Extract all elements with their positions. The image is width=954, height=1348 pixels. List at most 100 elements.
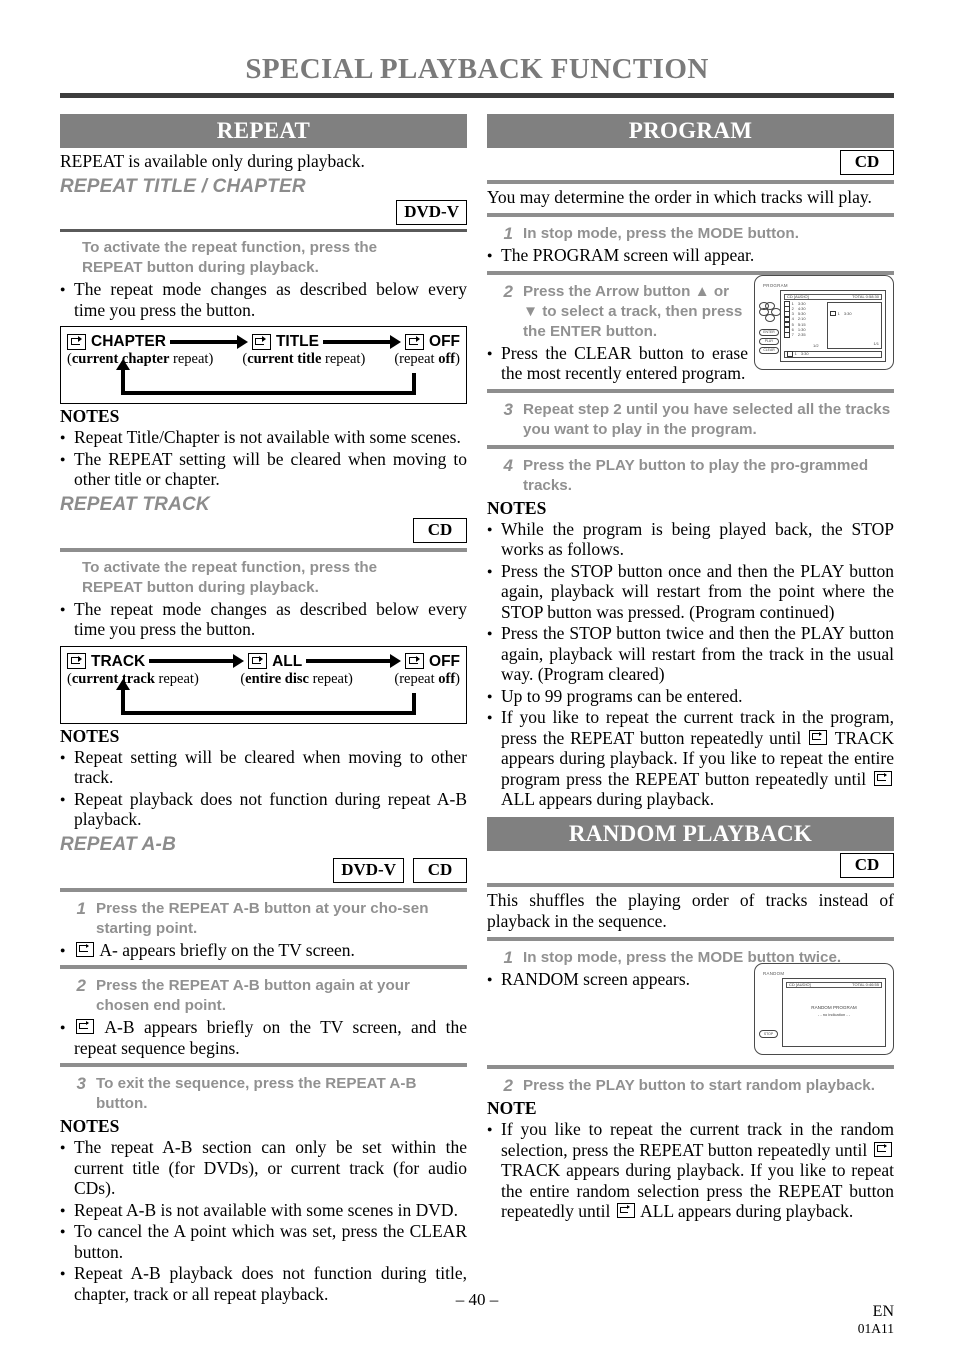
cycle-label: TITLE — [275, 333, 319, 350]
badge-row-program: CD — [487, 150, 894, 175]
step-text: Repeat step 2 until you have selected al… — [523, 400, 891, 438]
page-indicator-right: 1/1 — [873, 340, 879, 346]
repeat-loop-icon — [76, 1019, 94, 1034]
checkbox-icon — [784, 332, 790, 338]
cycle-sub-off: (repeat off) — [394, 351, 460, 367]
list-item: Up to 99 programs can be entered. — [487, 686, 894, 707]
section-header-random-playback: RANDOM PLAYBACK — [487, 816, 894, 851]
section-header-program: PROGRAM — [487, 114, 894, 148]
section-header-repeat: REPEAT — [60, 114, 467, 148]
play-button[interactable]: PLAY — [759, 337, 779, 346]
current-selection-bar: 1 3:30 — [784, 350, 882, 358]
list-item: The PROGRAM screen will appear. — [487, 245, 894, 266]
list-item[interactable]: 7 2:35 — [784, 332, 822, 338]
step-ab-1: 1 Press the REPEAT A-B button at your ch… — [60, 899, 467, 939]
list-item: If you like to repeat the current track … — [487, 707, 894, 810]
cycle-sub-all: (entire disc repeat) — [240, 670, 353, 687]
step-number: 3 — [503, 399, 513, 419]
divider — [487, 180, 894, 184]
step-number: 3 — [76, 1074, 86, 1093]
bullets-program-1: The PROGRAM screen will appear. — [487, 245, 894, 266]
arrow-left-button[interactable] — [759, 307, 769, 316]
divider — [60, 1063, 467, 1067]
list-item: Press the STOP button twice and then the… — [487, 623, 894, 685]
screen-content: CD [AUDIO] TOTAL 0:58:30 1 3:30 2 4:30 3… — [780, 289, 886, 362]
notes-heading: NOTES — [60, 725, 120, 746]
notes-random: If you like to repeat the current track … — [487, 1119, 894, 1222]
repeat-loop-icon — [76, 941, 94, 957]
divider — [60, 229, 467, 232]
instruction-repeat-title-chapter: To activate the repeat function, press t… — [82, 238, 467, 278]
divider — [60, 887, 467, 892]
instruction-line-1: To activate the repeat function, press t… — [82, 239, 378, 256]
screen-header: CD [AUDIO] TOTAL 0:58:30 — [784, 293, 882, 300]
bullets-ab-1: A- appears briefly on the TV screen. — [60, 940, 467, 961]
list-item: The repeat A-B section can only be set w… — [60, 1137, 467, 1199]
random-program-message: RANDOM PROGRAM - - no indication - - — [783, 1004, 885, 1018]
step-number: 1 — [503, 224, 513, 243]
step-program-2-row: 2 Press the Arrow button ▲ or ▼ to selec… — [487, 274, 894, 384]
enter-button[interactable]: ENTER — [759, 328, 779, 337]
step-text: Press the REPEAT A-B button again at you… — [96, 977, 410, 1014]
random-program-title: RANDOM PROGRAM — [811, 1005, 857, 1011]
random-program-subtitle: - - no indication - - — [817, 1012, 851, 1018]
bullets-program-2: Press the CLEAR button to erase the most… — [487, 343, 748, 384]
repeat-cycle-diagram-chapter: CHAPTER TITLE OFF (current chapter repea… — [60, 326, 467, 404]
list-item: A-B appears briefly on the TV screen, an… — [60, 1017, 467, 1058]
badge-row-ab: DVD-V CD — [60, 857, 467, 883]
list-item: While the program is being played back, … — [487, 519, 894, 560]
cycle-label: TRACK — [91, 652, 146, 670]
cycle-sub-title: (current title repeat) — [242, 351, 366, 367]
repeat-loop-icon — [405, 333, 425, 350]
subhead-repeat-track: REPEAT TRACK — [60, 493, 210, 515]
cycle-item-off: OFF — [405, 653, 460, 670]
step-program-3: 3 Repeat step 2 until you have selected … — [487, 400, 894, 440]
clear-button[interactable]: CLEAR — [759, 346, 779, 355]
document-page: SPECIAL PLAYBACK FUNCTION REPEAT REPEAT … — [0, 0, 954, 1348]
step-number: 2 — [503, 1076, 513, 1095]
repeat-loop-icon — [405, 653, 425, 669]
badge-row-random: CD — [487, 852, 894, 878]
step-ab-3: 3 To exit the sequence, press the REPEAT… — [60, 1074, 467, 1114]
notes-heading: NOTES — [60, 1116, 120, 1136]
two-column-body: REPEAT REPEAT is available only during p… — [0, 98, 954, 1304]
subhead-repeat-ab: REPEAT A-B — [60, 833, 176, 855]
random-intro: This shuffles the playing order of track… — [487, 889, 894, 931]
screen-content: CD [AUDIO] TOTAL 0:46:55 RANDOM PROGRAM … — [782, 978, 886, 1047]
divider — [487, 936, 894, 941]
instruction-repeat-track: To activate the repeat function, press t… — [82, 558, 467, 598]
repeat-loop-icon — [67, 653, 86, 669]
screen-header: CD [AUDIO] TOTAL 0:46:55 — [786, 982, 882, 988]
step-random-2: 2 Press the PLAY button to start random … — [487, 1076, 894, 1096]
repeat-loop-icon — [616, 1203, 635, 1218]
step-program-4: 4 Press the PLAY button to play the pro-… — [487, 456, 894, 496]
repeat-loop-icon — [809, 729, 828, 745]
cycle-label: OFF — [429, 333, 461, 350]
divider — [487, 388, 894, 393]
subhead-repeat-title-chapter: REPEAT TITLE / CHAPTER — [60, 176, 306, 197]
screen-title: RANDOM — [763, 971, 785, 976]
cycle-item-track: TRACK — [67, 653, 145, 670]
bullets-ab-2: A-B appears briefly on the TV screen, an… — [60, 1017, 467, 1058]
list-item: Repeat A-B is not available with some sc… — [60, 1200, 467, 1221]
cycle-row: TRACK ALL OFF — [67, 653, 460, 670]
list-item: Repeat Title/Chapter is not available wi… — [60, 427, 467, 448]
notes-title-chapter: Repeat Title/Chapter is not available wi… — [60, 427, 467, 490]
disc-type-label: CD [AUDIO] — [787, 293, 809, 299]
list-item: 1 3:30 — [830, 305, 852, 323]
step-text: To exit the sequence, press the REPEAT A… — [96, 1075, 417, 1112]
list-item: Press the CLEAR button to erase the most… — [487, 343, 748, 384]
divider — [60, 547, 467, 552]
step-number: 4 — [503, 455, 513, 475]
checkbox-icon — [787, 351, 793, 357]
disc-type-label: CD [AUDIO] — [789, 982, 811, 987]
stop-button[interactable]: STOP — [759, 1030, 778, 1038]
cycle-sub-chapter: (current chapter repeat) — [67, 351, 214, 367]
step-text: In stop mode, press the MODE button. — [523, 225, 799, 242]
cycle-item-chapter: CHAPTER — [67, 333, 166, 350]
footer-language: EN — [872, 1303, 894, 1320]
disc-badge-cd: CD — [413, 517, 467, 543]
cycle-label: OFF — [429, 652, 461, 670]
notes-heading: NOTES — [487, 497, 547, 518]
list-item: The repeat mode changes as described bel… — [60, 599, 467, 640]
